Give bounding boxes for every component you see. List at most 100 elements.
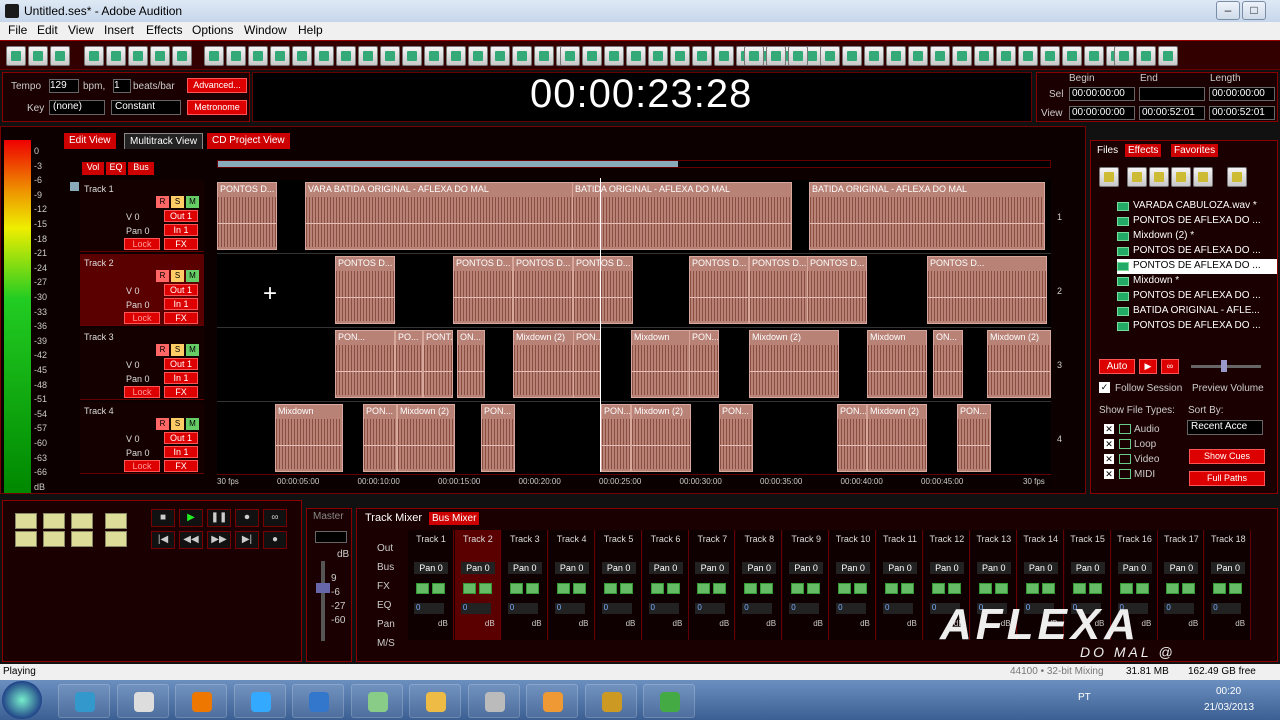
track-input-button[interactable]: In 1 — [164, 224, 198, 236]
track-lock-button[interactable]: Lock — [124, 312, 160, 324]
mixer-channel[interactable]: Track 11 Pan 0 0 dB — [877, 530, 923, 640]
toolbar-button-2-0[interactable] — [204, 46, 224, 66]
mixer-pan[interactable]: Pan 0 — [554, 562, 589, 574]
track-pan[interactable]: Pan 0 — [126, 448, 150, 458]
toolbar-button-5-9[interactable] — [1018, 46, 1038, 66]
file-tool-button[interactable] — [1227, 167, 1247, 187]
mixer-volume-field[interactable]: 0 — [648, 603, 679, 614]
toolbar-button-2-1[interactable] — [226, 46, 246, 66]
audio-clip[interactable]: PON... — [363, 404, 397, 472]
mixer-solo-button[interactable] — [1041, 583, 1055, 594]
mixer-solo-button[interactable] — [854, 583, 868, 594]
toolbar-button-6-1[interactable] — [1136, 46, 1156, 66]
toolbar-button-2-11[interactable] — [446, 46, 466, 66]
toolbar-button-2-10[interactable] — [424, 46, 444, 66]
mixer-mute-button[interactable] — [744, 583, 758, 594]
track-header[interactable]: Track 1 RSM V 0 Pan 0 Out 1 In 1 Lock FX — [80, 180, 204, 252]
mixer-channel[interactable]: Track 8 Pan 0 0 dB — [736, 530, 783, 640]
go-end-button[interactable]: ▶| — [235, 531, 259, 549]
menu-effects[interactable]: Effects — [146, 23, 182, 37]
mixer-mute-button[interactable] — [697, 583, 711, 594]
toolbar-button-3-5[interactable] — [670, 46, 690, 66]
tab-eq[interactable]: EQ — [106, 162, 126, 175]
mute-button[interactable]: M — [186, 344, 199, 356]
play-button[interactable]: ▶ — [179, 509, 203, 527]
taskbar-app[interactable] — [58, 684, 110, 718]
file-type-checkbox[interactable]: ✕ — [1104, 469, 1114, 479]
pause-button[interactable]: ❚❚ — [207, 509, 231, 527]
taskbar-app[interactable] — [116, 684, 169, 718]
audio-clip[interactable]: PONT... — [423, 330, 453, 398]
toolbar-button-5-8[interactable] — [996, 46, 1016, 66]
toolbar-button-5-6[interactable] — [952, 46, 972, 66]
audio-clip[interactable]: PON... — [837, 404, 867, 472]
mixer-mute-button[interactable] — [931, 583, 945, 594]
mixer-solo-button[interactable] — [1229, 583, 1243, 594]
track-lane[interactable]: Mixdown PON... Mixdown (2) PON... PON... Mixd… — [217, 402, 1051, 476]
tray-date[interactable]: 21/03/2013 — [1204, 702, 1254, 713]
track-header[interactable]: Track 2 RSM V 0 Pan 0 Out 1 In 1 Lock FX — [80, 254, 204, 326]
zoom-button[interactable] — [43, 531, 65, 547]
menu-options[interactable]: Options — [192, 23, 233, 37]
key-select[interactable]: (none) — [49, 100, 105, 115]
mixer-pan[interactable]: Pan 0 — [695, 562, 730, 574]
zoom-button[interactable] — [71, 513, 93, 529]
toolbar-button-2-6[interactable] — [336, 46, 356, 66]
tab-vol[interactable]: Vol — [82, 162, 104, 175]
tempo-field[interactable]: 129 — [49, 79, 79, 93]
track-fx-button[interactable]: FX — [164, 312, 198, 324]
track-volume[interactable]: V 0 — [126, 286, 140, 296]
track-header[interactable]: Track 4 RSM V 0 Pan 0 Out 1 In 1 Lock FX — [80, 402, 204, 474]
audio-clip[interactable]: PON... — [719, 404, 753, 472]
taskbar-app[interactable] — [409, 684, 461, 718]
mixer-pan[interactable]: Pan 0 — [601, 562, 636, 574]
track-output-button[interactable]: Out 1 — [164, 210, 198, 222]
sel-end-field[interactable] — [1139, 87, 1205, 101]
mixer-mute-button[interactable] — [462, 583, 476, 594]
mixer-mute-button[interactable] — [885, 583, 898, 594]
auto-play-button[interactable]: Auto — [1099, 359, 1135, 374]
mixer-mute-button[interactable] — [1072, 583, 1086, 594]
go-start-button[interactable]: |◀ — [151, 531, 175, 549]
audio-clip[interactable]: PONTOS D... — [217, 182, 277, 250]
toolbar-button-2-7[interactable] — [358, 46, 378, 66]
mixer-channel[interactable]: Track 2 Pan 0 0 dB — [454, 530, 501, 640]
file-item[interactable]: PONTOS DE AFLEXA DO ... — [1117, 214, 1277, 229]
mixer-channel[interactable]: Track 7 Pan 0 0 dB — [689, 530, 736, 640]
mixer-pan[interactable]: Pan 0 — [976, 562, 1011, 574]
toolbar-button-5-2[interactable] — [864, 46, 884, 66]
file-tool-button[interactable] — [1127, 167, 1147, 187]
mixer-solo-button[interactable] — [432, 583, 445, 594]
mixer-channel[interactable]: Track 10 Pan 0 0 dB — [830, 530, 877, 640]
taskbar-app[interactable] — [350, 684, 403, 718]
audio-clip[interactable]: Mixdown (2) — [987, 330, 1051, 398]
toolbar-button-5-3[interactable] — [886, 46, 906, 66]
file-type-checkbox[interactable]: ✕ — [1104, 439, 1114, 449]
mixer-pan[interactable]: Pan 0 — [1117, 562, 1152, 574]
audio-clip[interactable]: PONTOS D... — [749, 256, 809, 324]
start-button[interactable] — [2, 681, 42, 719]
tab-bus[interactable]: Bus — [128, 162, 154, 175]
track-volume[interactable]: V 0 — [126, 360, 140, 370]
maximize-button[interactable]: □ — [1242, 1, 1266, 20]
mixer-pan[interactable]: Pan 0 — [1023, 562, 1058, 574]
file-tool-button[interactable] — [1099, 167, 1119, 187]
rewind-button[interactable]: ◀◀ — [179, 531, 203, 549]
beats-field[interactable]: 1 — [113, 79, 131, 93]
audio-clip[interactable]: PON... — [335, 330, 395, 398]
mixer-volume-field[interactable]: 0 — [742, 603, 773, 614]
track-fx-button[interactable]: FX — [164, 238, 198, 250]
toolbar-button-3-1[interactable] — [582, 46, 602, 66]
toolbar-button-2-15[interactable] — [534, 46, 554, 66]
audio-clip[interactable]: Mixdown (2) — [397, 404, 455, 472]
file-item[interactable]: PONTOS DE AFLEXA DO ... — [1117, 244, 1277, 259]
overview-scrollbar[interactable] — [217, 160, 1051, 168]
track-output-button[interactable]: Out 1 — [164, 284, 198, 296]
toolbar-button-5-7[interactable] — [974, 46, 994, 66]
mixer-mute-button[interactable] — [1213, 583, 1227, 594]
advanced-button[interactable]: Advanced... — [187, 78, 247, 93]
toolbar-button-4-1[interactable] — [766, 46, 786, 66]
play-from-cursor-button[interactable]: ⏺ — [235, 509, 259, 527]
file-tool-button[interactable] — [1149, 167, 1169, 187]
mixer-pan[interactable]: Pan 0 — [929, 562, 964, 574]
